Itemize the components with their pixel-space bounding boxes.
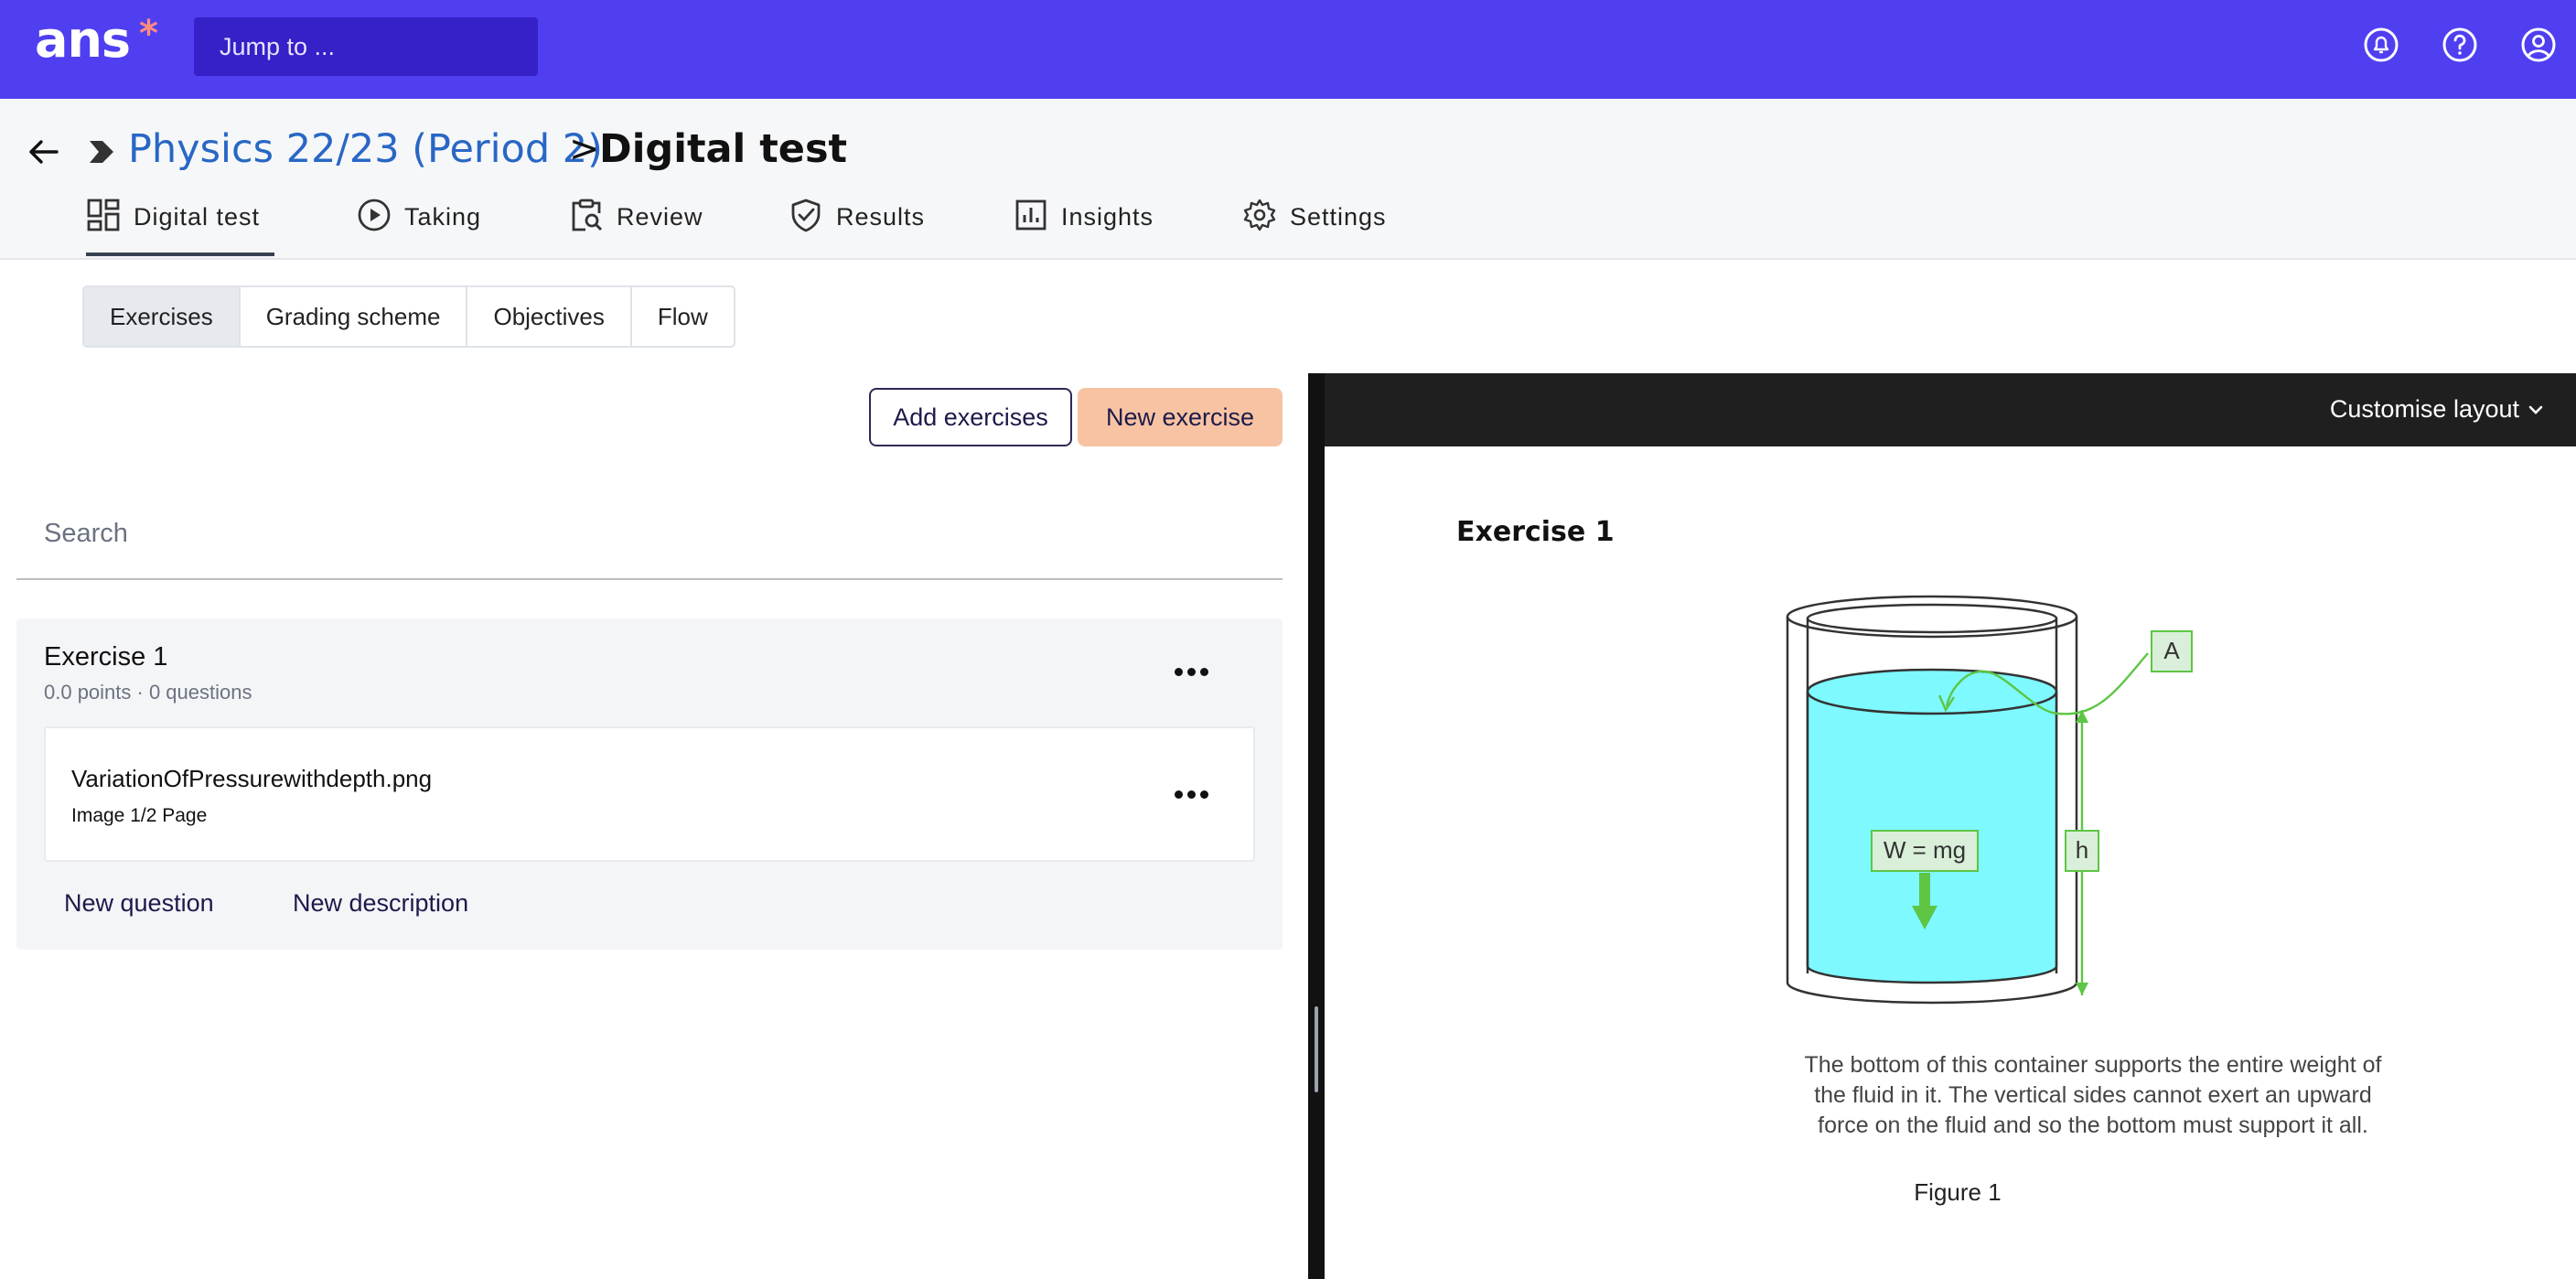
new-description-link[interactable]: New description (293, 889, 468, 918)
notifications-icon[interactable] (2362, 26, 2400, 64)
tab-label: Results (836, 203, 926, 231)
app-logo[interactable]: ans (35, 11, 131, 69)
gear-icon (1243, 199, 1276, 231)
preview-toolbar: Customise layout (1325, 373, 2576, 446)
figure-label-weight: W = mg (1884, 836, 1966, 864)
clipboard-search-icon (572, 199, 603, 231)
play-icon (358, 199, 391, 231)
new-exercise-button[interactable]: New exercise (1078, 388, 1283, 446)
caption-line: The bottom of this container supports th… (1804, 1052, 2382, 1078)
customise-layout-button[interactable]: Customise layout (2330, 395, 2545, 424)
splitter-grip[interactable] (1315, 1006, 1318, 1092)
pressure-container-figure: A h W = mg (1786, 595, 2193, 1005)
tab-review[interactable]: Review (569, 199, 703, 256)
jump-to-input[interactable]: Jump to ... (194, 17, 538, 76)
breadcrumb-course-link[interactable]: Physics 22/23 (Period 2) (128, 126, 603, 172)
subtab-flow[interactable]: Flow (632, 287, 734, 346)
figure-label-a: A (2163, 637, 2180, 664)
tab-taking[interactable]: Taking (357, 199, 482, 256)
breadcrumb-chevron-icon (90, 141, 113, 163)
help-icon[interactable] (2441, 26, 2479, 64)
tab-insights[interactable]: Insights (1014, 199, 1154, 256)
back-arrow-icon[interactable] (26, 134, 62, 170)
figure-number-label: Figure 1 (1914, 1178, 2002, 1206)
tab-label: Settings (1290, 203, 1387, 231)
breadcrumb-separator: > (569, 128, 600, 170)
search-input[interactable]: Search (16, 501, 1283, 580)
customise-layout-label: Customise layout (2329, 395, 2519, 423)
app-logo-mark: * (139, 13, 158, 55)
tab-digital-test[interactable]: Digital test (86, 199, 274, 256)
exercise-title: Exercise 1 (44, 642, 168, 672)
tab-label: Taking (404, 203, 482, 231)
caption-line: the fluid in it. The vertical sides cann… (1814, 1082, 2372, 1108)
page-title: Digital test (599, 126, 848, 172)
bar-chart-icon (1015, 199, 1046, 231)
item-more-icon[interactable] (1175, 789, 1211, 801)
dashboard-icon (87, 199, 120, 231)
preview-exercise-title: Exercise 1 (1456, 516, 1615, 548)
item-subtitle: Image 1/2 Page (71, 805, 208, 826)
pane-splitter[interactable] (1308, 373, 1325, 1279)
exercise-item-card[interactable]: VariationOfPressurewithdepth.png Image 1… (44, 726, 1255, 862)
figure-label-h: h (2076, 836, 2088, 864)
add-exercises-button[interactable]: Add exercises (869, 388, 1072, 446)
exercise-preview: Exercise 1 A h W = mg The bottom of this… (1325, 446, 2576, 1279)
item-filename: VariationOfPressurewithdepth.png (71, 765, 433, 792)
new-question-link[interactable]: New question (64, 889, 214, 918)
exercise-more-icon[interactable] (1175, 666, 1211, 679)
page-header: Physics 22/23 (Period 2) > Digital test … (0, 99, 2576, 260)
subtab-objectives[interactable]: Objectives (467, 287, 632, 346)
tab-label: Insights (1061, 203, 1154, 231)
exercise-subtabs: Exercises Grading scheme Objectives Flow (82, 285, 735, 348)
caption-line: force on the fluid and so the bottom mus… (1818, 1112, 2368, 1138)
tab-settings[interactable]: Settings (1242, 199, 1387, 256)
exercise-card[interactable]: Exercise 1 0.0 points · 0 questions Vari… (16, 618, 1283, 950)
subtab-exercises[interactable]: Exercises (84, 287, 241, 346)
subtab-grading-scheme[interactable]: Grading scheme (241, 287, 468, 346)
chevron-down-icon (2528, 405, 2543, 414)
account-icon[interactable] (2519, 26, 2558, 64)
top-bar: ans * Jump to ... (0, 0, 2576, 99)
tab-label: Digital test (134, 203, 261, 231)
tab-results[interactable]: Results (789, 199, 926, 256)
shield-check-icon (791, 199, 821, 232)
figure-caption: The bottom of this container supports th… (1636, 1050, 2550, 1141)
exercise-meta: 0.0 points · 0 questions (44, 681, 252, 704)
tab-label: Review (617, 203, 703, 231)
